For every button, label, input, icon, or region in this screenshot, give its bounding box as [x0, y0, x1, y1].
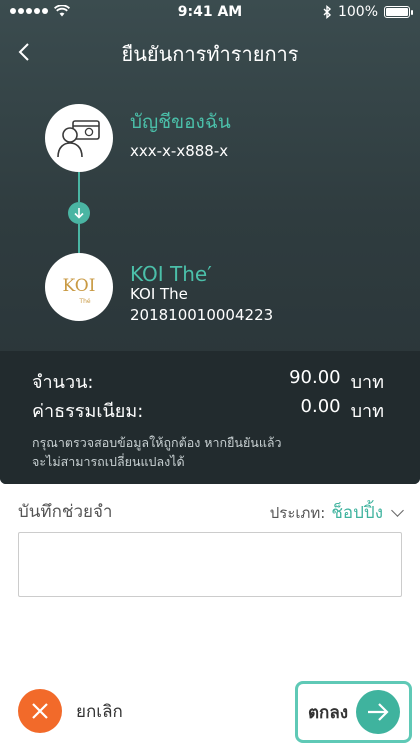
status-bar: 9:41 AM 100% [0, 0, 420, 26]
fee-value: 0.00 [300, 396, 341, 417]
from-account-name: บัญชีของฉัน [130, 111, 231, 133]
merchant-display-name: KOI The′ [130, 262, 212, 286]
merchant-logo: KOI Thé [45, 253, 113, 321]
bluetooth-icon [323, 5, 332, 19]
flow-line-top [78, 172, 80, 202]
user-card-icon [57, 120, 100, 158]
amount-value-group: 90.00 บาท [289, 367, 384, 395]
koi-logo-icon: KOI Thé [53, 261, 105, 313]
category-value: ช็อปปิ้ง [331, 503, 383, 523]
from-account-number: xxx-x-x888-x [130, 142, 229, 160]
fee-unit: บาท [350, 401, 384, 422]
confirm-label: ตกลง [308, 702, 349, 723]
arrow-down-icon [68, 202, 90, 224]
cancel-button[interactable]: ยกเลิก [18, 689, 123, 733]
chevron-down-icon [391, 504, 404, 517]
summary-band: จำนวน: 90.00 บาท ค่าธรรมเนียม: 0.00 บาท … [0, 351, 420, 484]
battery-percent: 100% [337, 4, 378, 20]
category-selector[interactable]: ประเภท: ช็อปปิ้ง [269, 499, 404, 526]
amount-row: จำนวน: 90.00 บาท [32, 367, 384, 395]
cancel-label: ยกเลิก [76, 701, 123, 722]
transaction-panel: 9:41 AM 100% ยืนยันการทำรายการ บัญชีของฉ… [0, 0, 420, 484]
arrow-right-icon [356, 690, 401, 734]
merchant-name: KOI The [130, 285, 188, 303]
status-right: 100% [323, 4, 413, 20]
flow-line-bottom [78, 224, 80, 253]
amount-value: 90.00 [289, 367, 341, 388]
confirm-note: กรุณาตรวจสอบข้อมูลให้ถูกต้อง หากยืนยันแล… [32, 433, 360, 471]
note-line-1: กรุณาตรวจสอบข้อมูลให้ถูกต้อง หากยืนยันแล… [32, 435, 282, 450]
page-title: ยืนยันการทำรายการ [121, 42, 299, 66]
fee-label: ค่าธรรมเนียม: [32, 401, 144, 422]
from-account-avatar [45, 104, 113, 172]
svg-text:Thé: Thé [78, 298, 90, 305]
memo-input[interactable] [18, 532, 402, 597]
fee-value-group: 0.00 บาท [301, 396, 384, 424]
svg-text:KOI: KOI [63, 276, 96, 296]
nav-bar: ยืนยันการทำรายการ [0, 30, 420, 74]
close-icon [18, 689, 62, 733]
battery-icon [384, 6, 413, 18]
merchant-id: 201810010004223 [130, 306, 274, 324]
amount-label: จำนวน: [32, 372, 94, 393]
amount-unit: บาท [350, 372, 384, 393]
note-line-2: จะไม่สามารถเปลี่ยนแปลงได้ [32, 454, 185, 469]
confirm-button[interactable]: ตกลง [295, 681, 412, 743]
memo-label: บันทึกช่วยจำ [18, 502, 113, 522]
fee-row: ค่าธรรมเนียม: 0.00 บาท [32, 396, 384, 424]
category-label: ประเภท: [269, 503, 326, 522]
